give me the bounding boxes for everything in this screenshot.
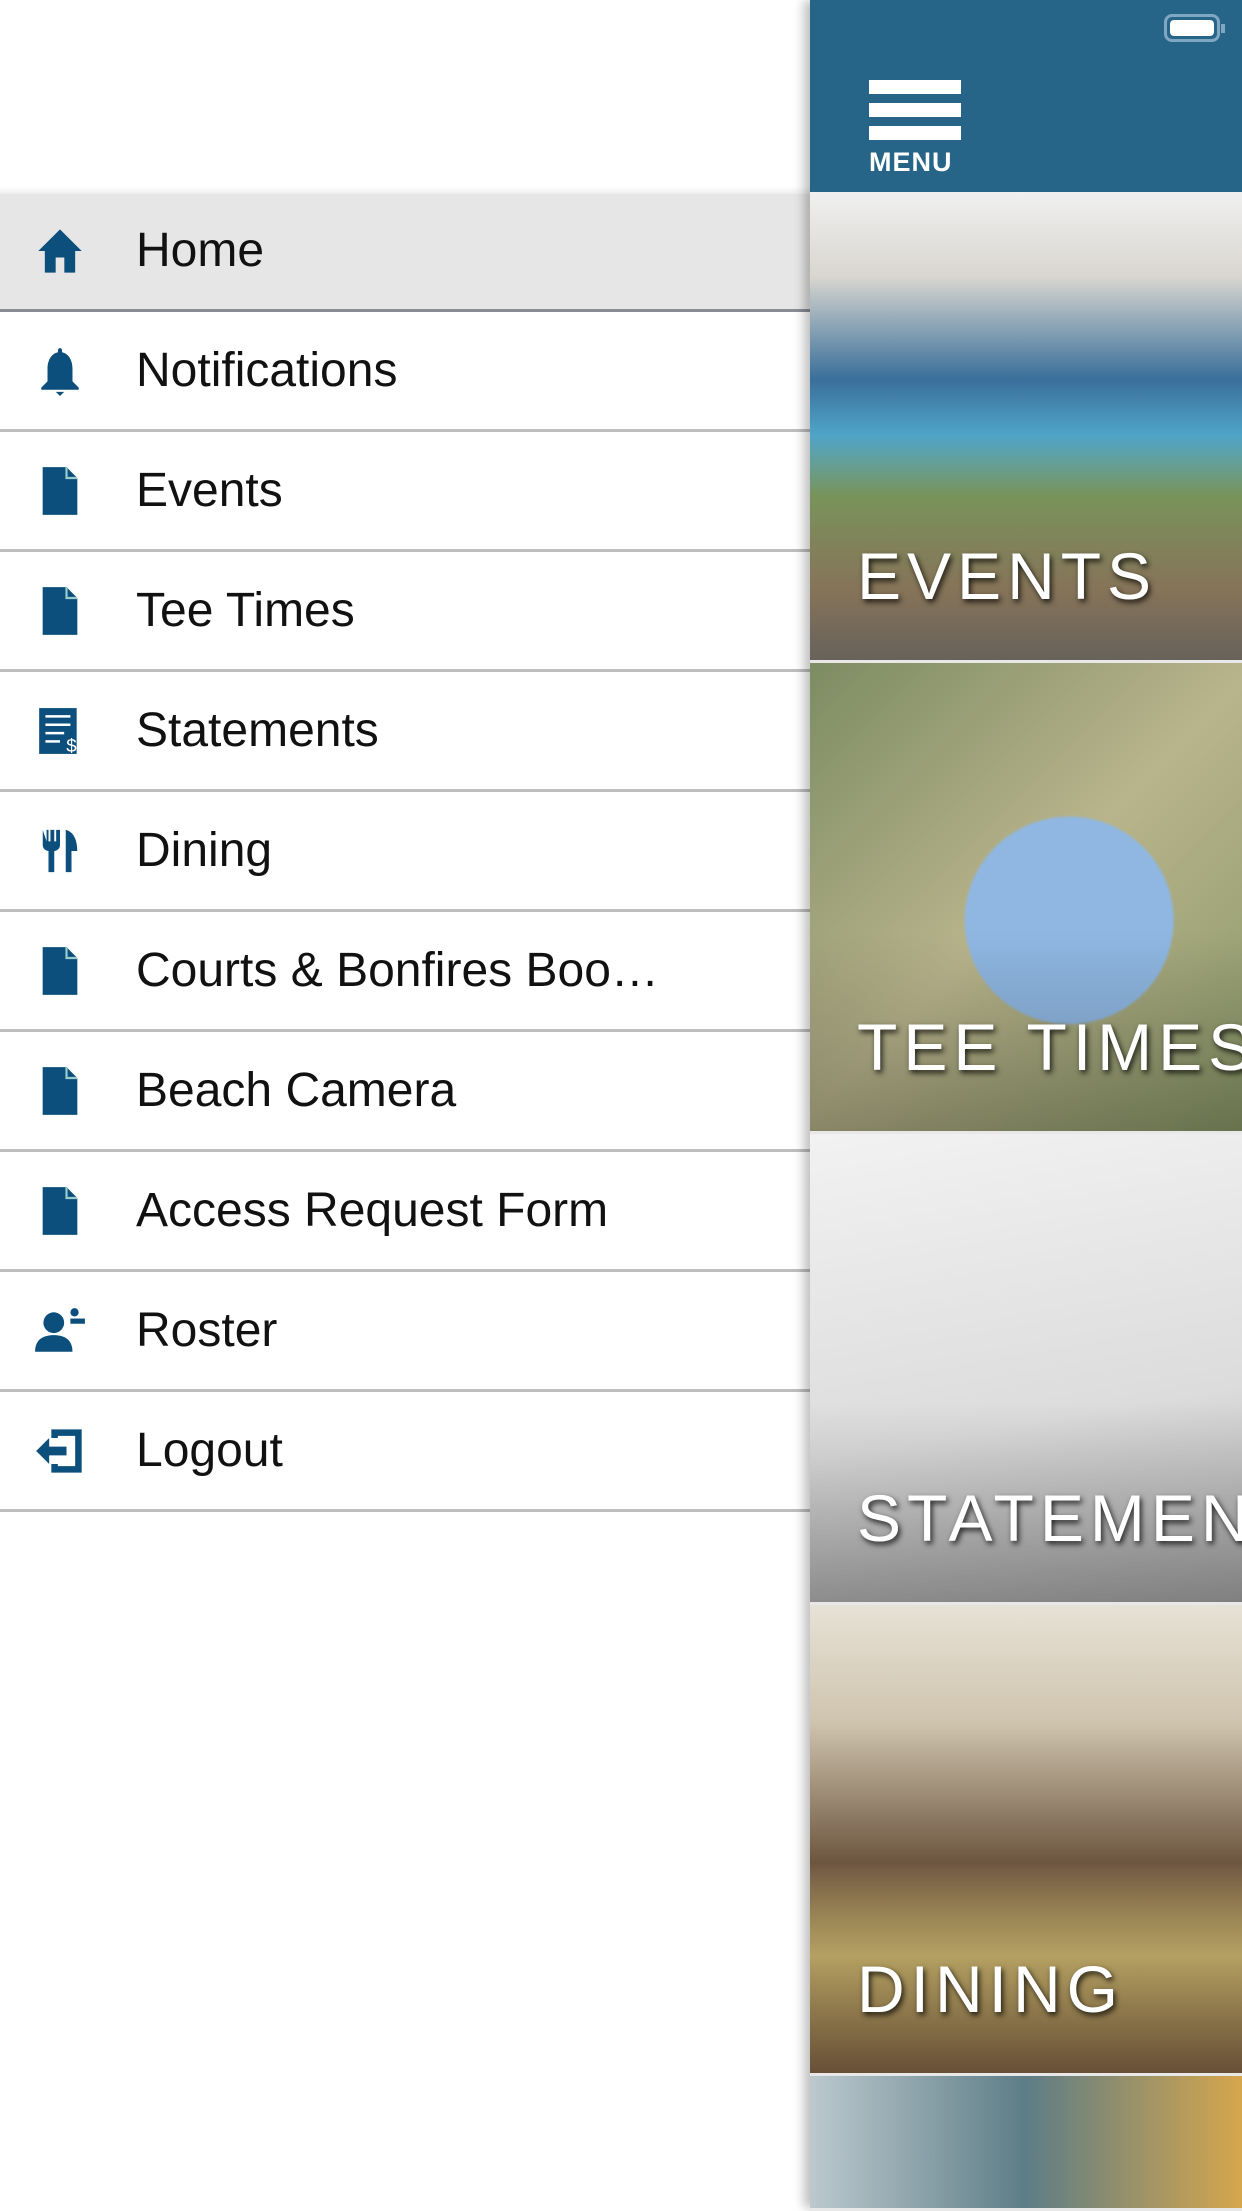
svg-text:$: $ <box>66 734 77 755</box>
menu-item-label: Access Request Form <box>136 1184 609 1237</box>
menu-item-dining[interactable]: Dining <box>0 792 810 912</box>
battery-icon <box>1164 14 1225 42</box>
menu-item-label: Notifications <box>136 344 398 397</box>
tile-label: TEE TIMES <box>857 1010 1242 1084</box>
menu-item-logout[interactable]: Logout <box>0 1392 810 1512</box>
menu-item-label: Roster <box>136 1304 278 1357</box>
navigation-drawer: Home Notifications Events Tee Times $ St… <box>0 0 810 2208</box>
menu-item-label: Courts & Bonfires Boo… <box>136 944 659 997</box>
utensils-icon <box>32 823 88 879</box>
menu-item-roster[interactable]: Roster <box>0 1272 810 1392</box>
menu-item-label: Home <box>136 224 265 277</box>
statement-icon: $ <box>32 703 88 759</box>
home-screen: MENU EVENTS TEE TIMES STATEMEN DINING <box>810 0 1242 2211</box>
person-icon <box>32 1303 88 1359</box>
menu-label: MENU <box>869 147 953 177</box>
menu-item-courts-bonfires[interactable]: Courts & Bonfires Boo… <box>0 912 810 1032</box>
document-icon <box>32 943 88 999</box>
hamburger-icon-bar <box>869 126 961 140</box>
menu-item-label: Statements <box>136 704 379 757</box>
menu-button[interactable]: MENU <box>869 80 961 178</box>
menu-item-tee-times[interactable]: Tee Times <box>0 552 810 672</box>
tile-dining[interactable]: DINING <box>810 1605 1242 2076</box>
logout-icon <box>32 1423 88 1479</box>
menu-item-label: Events <box>136 464 283 517</box>
menu-item-home[interactable]: Home <box>0 192 810 312</box>
menu-item-notifications[interactable]: Notifications <box>0 312 810 432</box>
menu-item-label: Logout <box>136 1424 283 1477</box>
hamburger-icon <box>869 80 961 94</box>
app-header: MENU <box>810 0 1242 192</box>
tile-tee-times[interactable]: TEE TIMES <box>810 663 1242 1134</box>
divider <box>0 186 810 194</box>
menu-item-label: Tee Times <box>136 584 355 637</box>
drawer-menu: Home Notifications Events Tee Times $ St… <box>0 192 810 1512</box>
tile-events[interactable]: EVENTS <box>810 192 1242 663</box>
menu-item-events[interactable]: Events <box>0 432 810 552</box>
document-icon <box>32 583 88 639</box>
document-icon <box>32 463 88 519</box>
bell-icon <box>32 343 88 399</box>
tile-label: STATEMEN <box>857 1481 1242 1555</box>
menu-item-beach-camera[interactable]: Beach Camera <box>0 1032 810 1152</box>
tile-statements[interactable]: STATEMEN <box>810 1134 1242 1605</box>
home-icon <box>32 223 88 279</box>
hamburger-icon-bar <box>869 103 961 117</box>
tile-label: DINING <box>857 1952 1124 2026</box>
document-icon <box>32 1063 88 1119</box>
document-icon <box>32 1183 88 1239</box>
menu-item-label: Dining <box>136 824 273 877</box>
tile-label: EVENTS <box>857 539 1158 613</box>
tile-partial[interactable] <box>810 2076 1242 2211</box>
menu-item-label: Beach Camera <box>136 1064 457 1117</box>
menu-item-access-request-form[interactable]: Access Request Form <box>0 1152 810 1272</box>
menu-item-statements[interactable]: $ Statements <box>0 672 810 792</box>
